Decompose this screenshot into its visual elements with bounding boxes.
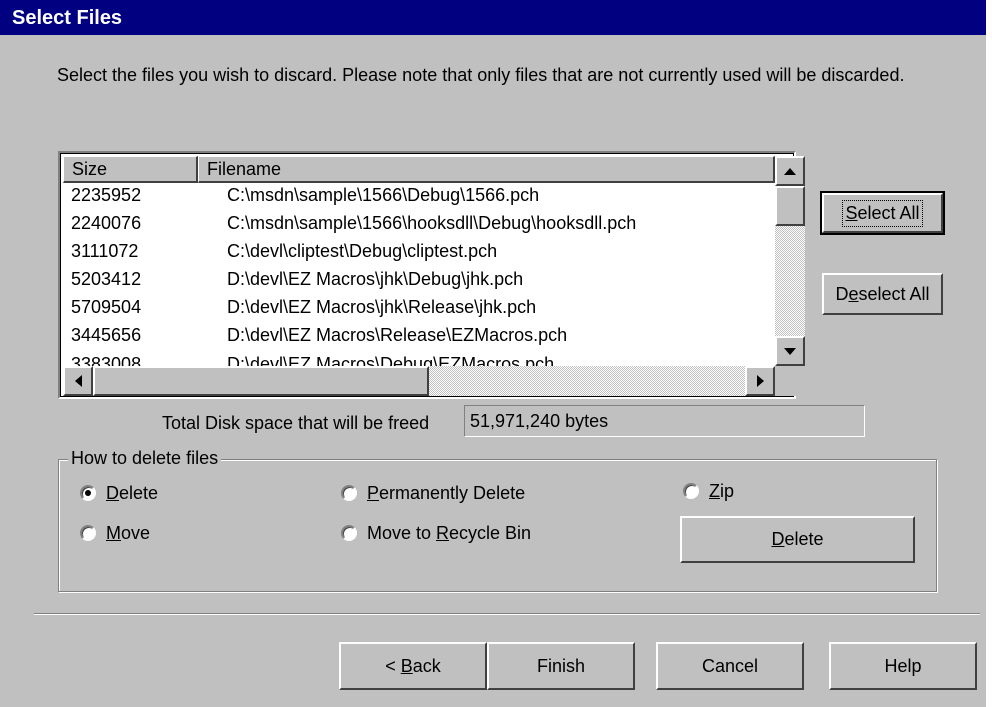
- table-row[interactable]: 2240076 C:\msdn\sample\1566\hooksdll\Deb…: [63, 212, 775, 235]
- radio-move[interactable]: Move: [80, 522, 150, 544]
- window-title: Select Files: [12, 7, 123, 29]
- title-bar: Select Files: [0, 0, 986, 35]
- radio-move-label: Move: [106, 523, 151, 543]
- radio-circle: [80, 525, 96, 541]
- scroll-down-button[interactable]: [775, 336, 805, 366]
- table-row[interactable]: 3383008 D:\devl\EZ Macros\Debug\EZMacros…: [63, 353, 775, 366]
- vertical-scroll-thumb[interactable]: [775, 186, 805, 226]
- column-header-size[interactable]: Size: [63, 156, 198, 183]
- column-header-filename[interactable]: Filename: [198, 156, 775, 183]
- row-filename: C:\msdn\sample\1566\Debug\1566.pch: [227, 185, 540, 205]
- left-arrow-icon: [74, 375, 82, 387]
- row-size: 5203412: [71, 269, 142, 289]
- select-files-dialog: Select Files Select the files you wish t…: [0, 0, 986, 707]
- radio-circle: [683, 483, 699, 499]
- row-size: 3383008: [71, 354, 142, 366]
- footer-separator: [34, 613, 980, 615]
- right-arrow-icon: [756, 375, 764, 387]
- group-title: How to delete files: [68, 447, 222, 469]
- scroll-right-button[interactable]: [745, 366, 775, 396]
- select-all-button[interactable]: Select All: [820, 191, 945, 235]
- radio-permanently-delete[interactable]: Permanently Delete: [341, 482, 525, 504]
- up-arrow-icon: [784, 167, 796, 175]
- cancel-label: Cancel: [701, 655, 759, 676]
- radio-zip-label: Zip: [709, 481, 735, 501]
- list-header: Size Filename: [63, 156, 775, 183]
- table-row[interactable]: 3445656 D:\devl\EZ Macros\Release\EZMacr…: [63, 324, 775, 347]
- row-filename: D:\devl\EZ Macros\jhk\Release\jhk.pch: [227, 297, 537, 317]
- radio-circle: [341, 525, 357, 541]
- down-arrow-icon: [784, 347, 796, 355]
- row-filename: D:\devl\EZ Macros\Debug\EZMacros.pch: [227, 354, 555, 366]
- total-space-value: 51,971,240 bytes: [464, 405, 865, 437]
- radio-recycle-label: Move to Recycle Bin: [367, 523, 532, 543]
- row-size: 3111072: [71, 241, 139, 261]
- horizontal-scrollbar[interactable]: [63, 366, 775, 396]
- finish-button[interactable]: Finish: [487, 642, 635, 690]
- back-button[interactable]: < Back: [339, 642, 487, 690]
- radio-permanently-delete-label: Permanently Delete: [367, 483, 526, 503]
- row-filename: C:\devl\cliptest\Debug\cliptest.pch: [227, 241, 498, 261]
- table-row[interactable]: 5709504 D:\devl\EZ Macros\jhk\Release\jh…: [63, 296, 775, 319]
- row-size: 5709504: [71, 297, 142, 317]
- delete-action-button[interactable]: Delete: [680, 516, 915, 563]
- help-button[interactable]: Help: [829, 642, 977, 690]
- help-label: Help: [884, 655, 922, 676]
- back-label: < Back: [385, 655, 441, 676]
- row-size: 3445656: [71, 325, 142, 345]
- horizontal-scroll-thumb[interactable]: [93, 366, 429, 396]
- scroll-up-button[interactable]: [775, 156, 805, 186]
- scroll-left-button[interactable]: [63, 366, 93, 396]
- total-space-label: Total Disk space that will be freed: [162, 413, 430, 433]
- deselect-all-label: Deselect All: [835, 283, 930, 304]
- table-row[interactable]: 2235952 C:\msdn\sample\1566\Debug\1566.p…: [63, 184, 775, 207]
- table-row[interactable]: 3111072 C:\devl\cliptest\Debug\cliptest.…: [63, 240, 775, 263]
- row-size: 2240076: [71, 213, 142, 233]
- row-filename: D:\devl\EZ Macros\Release\EZMacros.pch: [227, 325, 568, 345]
- radio-move-to-recycle-bin[interactable]: Move to Recycle Bin: [341, 522, 531, 544]
- vertical-scrollbar[interactable]: [775, 156, 805, 366]
- radio-delete[interactable]: Delete: [80, 482, 158, 504]
- radio-selected-dot: [85, 490, 91, 496]
- radio-zip[interactable]: Zip: [683, 480, 734, 502]
- delete-action-label: Delete: [771, 529, 824, 549]
- list-rows: 2235952 C:\msdn\sample\1566\Debug\1566.p…: [63, 183, 775, 366]
- table-row[interactable]: 5203412 D:\devl\EZ Macros\jhk\Debug\jhk.…: [63, 268, 775, 291]
- row-size: 2235952: [71, 185, 142, 205]
- finish-label: Finish: [536, 655, 585, 676]
- cancel-button[interactable]: Cancel: [656, 642, 804, 690]
- radio-circle: [80, 485, 96, 501]
- row-filename: C:\msdn\sample\1566\hooksdll\Debug\hooks…: [227, 213, 637, 233]
- file-list[interactable]: Size Filename 2235952 C:\msdn\sample\156…: [58, 151, 805, 399]
- row-filename: D:\devl\EZ Macros\jhk\Debug\jhk.pch: [227, 269, 524, 289]
- intro-text: Select the files you wish to discard. Pl…: [57, 65, 905, 85]
- select-all-label: Select All: [842, 199, 923, 227]
- radio-delete-label: Delete: [106, 483, 159, 503]
- scrollbar-corner: [775, 366, 805, 396]
- radio-circle: [341, 485, 357, 501]
- deselect-all-button[interactable]: Deselect All: [822, 273, 943, 315]
